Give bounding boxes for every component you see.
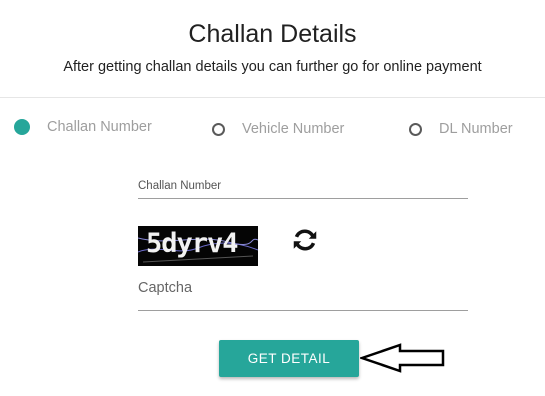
radio-unselected-icon (409, 122, 422, 136)
challan-number-field[interactable]: Challan Number (138, 180, 468, 200)
arrow-pointer-icon (360, 343, 445, 373)
captcha-underline (138, 310, 468, 311)
page-title: Challan Details (188, 20, 357, 48)
radio-selected-icon (14, 119, 30, 135)
radio-challan-number[interactable]: Challan Number (14, 119, 152, 135)
radio-vehicle-number[interactable]: Vehicle Number (212, 121, 344, 137)
challan-number-underline (138, 198, 468, 199)
refresh-icon[interactable] (290, 225, 320, 255)
radio-label-vehicle-number: Vehicle Number (242, 121, 345, 137)
page-subtitle: After getting challan details you can fu… (63, 59, 482, 75)
radio-unselected-icon (212, 122, 225, 136)
radio-label-challan-number: Challan Number (47, 119, 152, 135)
search-type-radio-group: Challan Number Vehicle Number DL Number (0, 119, 545, 141)
radio-dl-number[interactable]: DL Number (409, 121, 513, 137)
captcha-input[interactable]: Captcha (138, 280, 192, 296)
page-header: Challan Details After getting challan de… (0, 0, 545, 98)
captcha-text: 5dyrv4 (146, 228, 239, 259)
challan-number-label: Challan Number (138, 180, 222, 192)
radio-label-dl-number: DL Number (439, 121, 513, 137)
get-detail-button[interactable]: GET DETAIL (219, 340, 359, 377)
captcha-image: 5dyrv4 (138, 226, 258, 266)
